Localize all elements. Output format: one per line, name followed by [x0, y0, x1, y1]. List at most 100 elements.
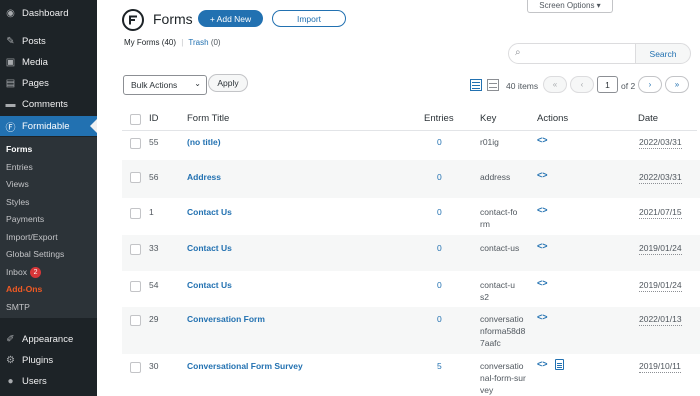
total-pages: of 2: [621, 81, 636, 91]
form-title-link[interactable]: Contact Us: [187, 206, 232, 218]
column-header-id[interactable]: ID: [149, 113, 159, 124]
cell-date: 2019/01/24: [639, 243, 682, 255]
entries-count-link[interactable]: 5: [437, 360, 442, 372]
column-header-entries[interactable]: Entries: [424, 113, 454, 124]
screen-options-button[interactable]: Screen Options ▾: [527, 0, 613, 13]
form-title-link[interactable]: Address: [187, 171, 221, 183]
formidable-submenu: Forms Entries Views Styles Payments Impo…: [0, 137, 97, 318]
sidebar-item-appearance[interactable]: ✐ Appearance: [0, 329, 97, 349]
next-page-button[interactable]: ›: [638, 76, 662, 93]
view-my-forms-label: My Forms: [124, 38, 160, 47]
row-checkbox[interactable]: [130, 208, 141, 219]
row-checkbox[interactable]: [130, 281, 141, 292]
cell-key: contact-us: [480, 243, 520, 253]
submenu-styles[interactable]: Styles: [6, 197, 29, 207]
submenu-forms[interactable]: Forms: [6, 144, 32, 154]
cell-date: 2019/10/11: [639, 361, 681, 373]
items-count: 40 items: [506, 81, 539, 91]
sidebar-item-pages[interactable]: ▤ Pages: [0, 73, 97, 93]
sidebar-item-formidable[interactable]: Ⓕ Formidable: [0, 116, 97, 136]
users-icon: ●: [7, 375, 14, 387]
cell-id: 1: [149, 207, 154, 217]
first-page-button: «: [543, 76, 567, 93]
formidable-icon: Ⓕ: [5, 122, 16, 134]
document-icon[interactable]: [555, 359, 564, 370]
sidebar-item-comments[interactable]: ▬ Comments: [0, 94, 97, 114]
submenu-entries[interactable]: Entries: [6, 162, 33, 172]
entries-count-link[interactable]: 0: [437, 279, 442, 291]
column-header-key[interactable]: Key: [480, 113, 496, 124]
entries-count-link[interactable]: 0: [437, 136, 442, 148]
bulk-actions-select[interactable]: Bulk Actions ⌄: [123, 75, 207, 95]
sidebar-item-label: Pages: [22, 77, 49, 89]
select-all-checkbox[interactable]: [130, 114, 141, 125]
row-checkbox[interactable]: [130, 172, 141, 183]
sidebar-item-users[interactable]: ● Users: [0, 371, 97, 391]
view-my-forms[interactable]: My Forms (40): [124, 38, 176, 47]
embed-code-icon[interactable]: <>: [537, 278, 548, 288]
submenu-global-settings[interactable]: Global Settings: [6, 249, 64, 259]
submenu-smtp[interactable]: SMTP: [6, 302, 30, 312]
cell-key: contact-us2: [480, 280, 515, 302]
entries-count-link[interactable]: 0: [437, 242, 442, 254]
sidebar-item-media[interactable]: ▣ Media: [0, 52, 97, 72]
form-title-link[interactable]: Conversational Form Survey: [187, 360, 303, 372]
sidebar-item-plugins[interactable]: ⚙ Plugins: [0, 350, 97, 370]
row-checkbox[interactable]: [130, 244, 141, 255]
row-checkbox[interactable]: [130, 362, 141, 373]
search-button[interactable]: Search: [635, 43, 691, 64]
table-row: 33 Contact Us 0 contact-us <> 2019/01/24: [122, 235, 700, 271]
cell-id: 29: [149, 314, 159, 324]
submenu-views[interactable]: Views: [6, 179, 29, 189]
embed-code-icon[interactable]: <>: [537, 135, 548, 145]
embed-code-icon[interactable]: <>: [537, 205, 548, 215]
cell-date: 2021/07/15: [639, 207, 682, 219]
submenu-payments[interactable]: Payments: [6, 214, 44, 224]
formidable-logo-icon: [122, 9, 144, 31]
embed-code-icon[interactable]: <>: [537, 241, 548, 251]
table-row: 54 Contact Us 0 contact-us2 <> 2019/01/2…: [122, 271, 700, 307]
form-title-link[interactable]: Contact Us: [187, 279, 232, 291]
row-checkbox[interactable]: [130, 315, 141, 326]
pages-icon: ▤: [5, 77, 16, 89]
excerpt-view-icon[interactable]: [487, 79, 499, 91]
form-title-link[interactable]: Contact Us: [187, 242, 232, 254]
entries-count-link[interactable]: 0: [437, 313, 442, 325]
embed-code-icon[interactable]: <>: [537, 170, 548, 180]
sidebar-item-posts[interactable]: ✎ Posts: [0, 31, 97, 51]
entries-count-link[interactable]: 0: [437, 171, 442, 183]
submenu-add-ons[interactable]: Add-Ons: [6, 284, 42, 294]
column-header-form-title[interactable]: Form Title: [187, 113, 229, 124]
cell-key: contact-form: [480, 207, 518, 229]
apply-button[interactable]: Apply: [208, 74, 248, 92]
form-title-link[interactable]: (no title): [187, 136, 221, 148]
table-row: 1 Contact Us 0 contact-form <> 2021/07/1…: [122, 198, 700, 235]
import-button[interactable]: Import: [272, 10, 346, 27]
row-checkbox[interactable]: [130, 138, 141, 149]
cell-key: conversational-form-survey: [480, 361, 526, 395]
search-icon: ⌕: [515, 47, 521, 58]
submenu-inbox[interactable]: Inbox 2: [6, 267, 42, 278]
submenu-import-export[interactable]: Import/Export: [6, 232, 58, 242]
view-trash[interactable]: Trash: [188, 38, 208, 47]
sidebar-item-label: Plugins: [22, 354, 54, 366]
sidebar-item-dashboard[interactable]: ◉ Dashboard: [0, 3, 97, 23]
view-separator: |: [181, 38, 184, 47]
cell-id: 55: [149, 137, 159, 147]
embed-code-icon[interactable]: <>: [537, 359, 548, 369]
column-header-date[interactable]: Date: [638, 113, 658, 124]
entries-count-link[interactable]: 0: [437, 206, 442, 218]
inbox-badge: 2: [30, 267, 42, 278]
form-title-link[interactable]: Conversation Form: [187, 313, 265, 325]
prev-page-button: ‹: [570, 76, 594, 93]
last-page-button[interactable]: »: [665, 76, 689, 93]
cell-id: 54: [149, 280, 159, 290]
sidebar-item-label: Posts: [22, 35, 46, 47]
current-page-input[interactable]: 1: [597, 76, 618, 93]
media-icon: ▣: [5, 56, 16, 68]
add-new-button[interactable]: + Add New: [198, 10, 263, 27]
search-input[interactable]: ⌕: [508, 43, 636, 64]
embed-code-icon[interactable]: <>: [537, 312, 548, 322]
list-view-icon[interactable]: [470, 79, 482, 91]
table-row: 30 Conversational Form Survey 5 conversa…: [122, 354, 700, 396]
